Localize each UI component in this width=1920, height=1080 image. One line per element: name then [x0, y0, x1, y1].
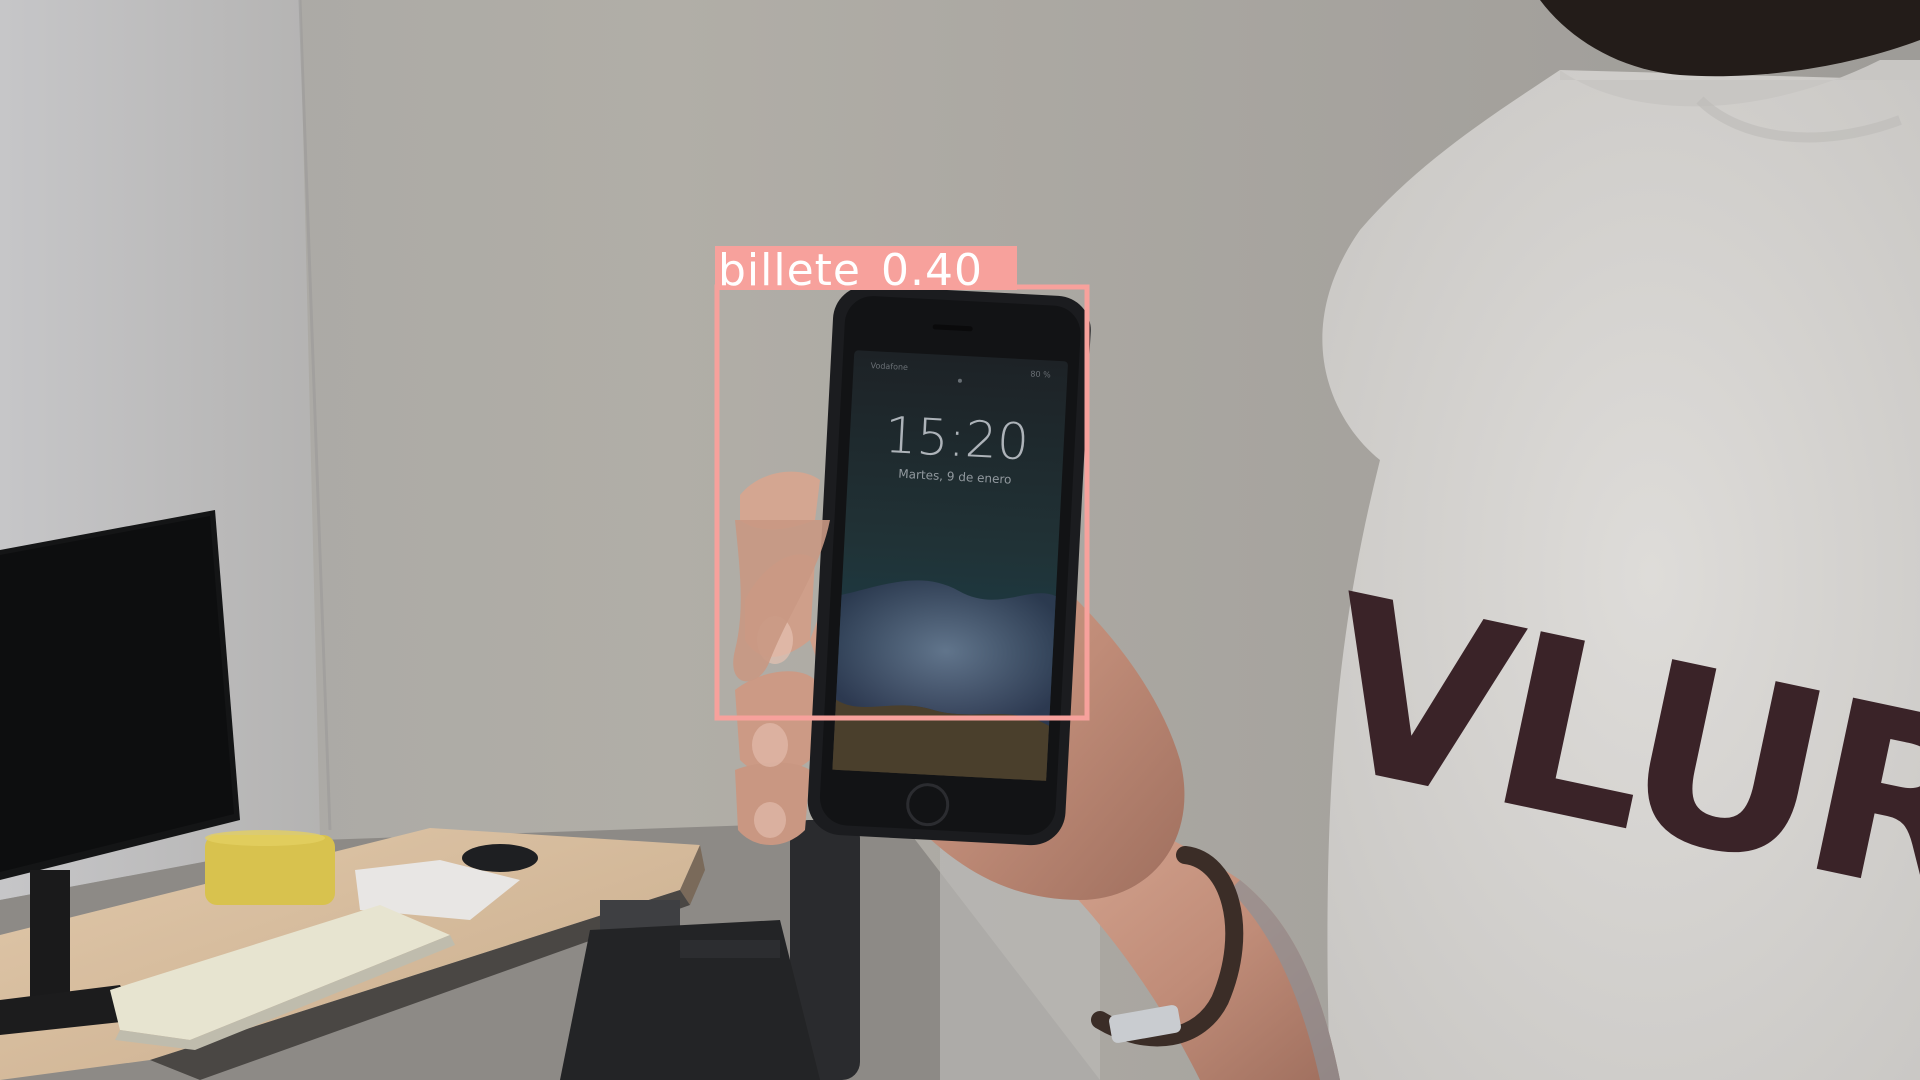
- battery-text: 80 %: [1030, 369, 1051, 379]
- smartphone: Vodafone 80 % 15:20 Martes, 9 de enero: [807, 285, 1091, 846]
- scene-illustration: VLUR Vodafone 80 % 15:20 Martes, 9 de en…: [0, 0, 1920, 1080]
- detection-label: billete 0.40: [718, 245, 983, 296]
- lock-time: 15:20: [883, 406, 1030, 471]
- photo-scene: VLUR Vodafone 80 % 15:20 Martes, 9 de en…: [0, 0, 1920, 1080]
- mouse: [462, 844, 538, 872]
